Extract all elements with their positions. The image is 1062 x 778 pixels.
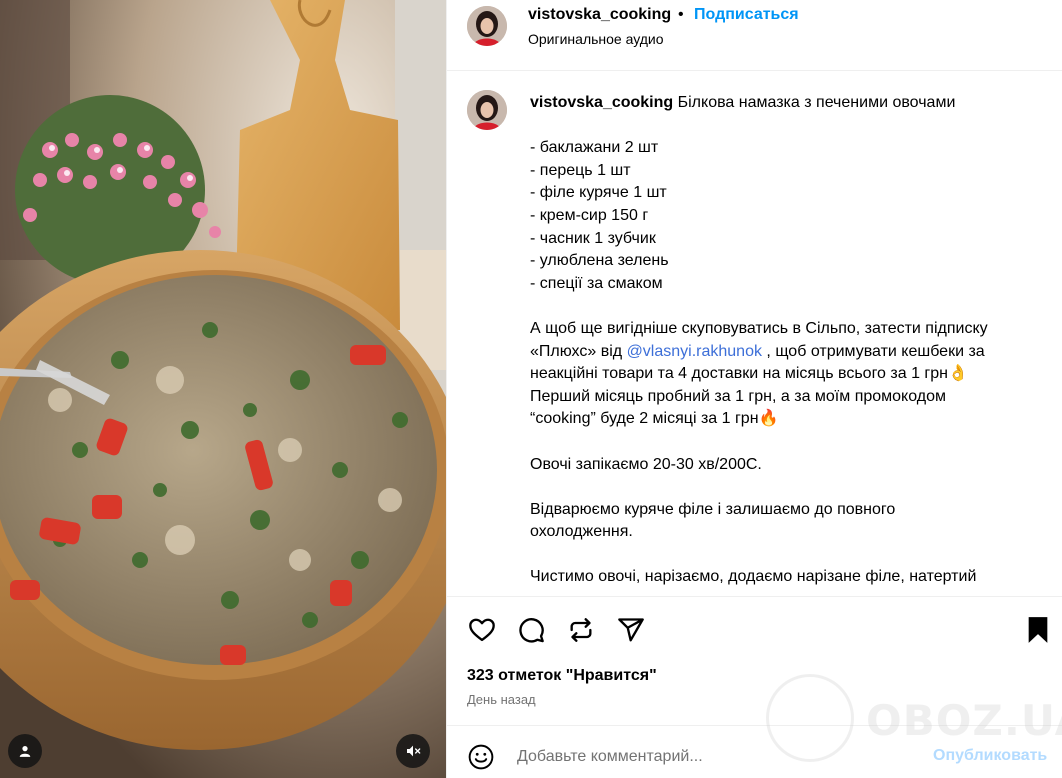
post-actions: 323 отметок "Нравится" День назад	[447, 596, 1062, 726]
likes-count[interactable]: 323 отметок "Нравится"	[467, 667, 657, 685]
separator-dot: •	[678, 6, 684, 23]
comment-input[interactable]	[517, 745, 917, 769]
tagged-users-button[interactable]	[8, 734, 42, 768]
avatar-image	[467, 6, 507, 46]
food-photo	[0, 0, 446, 778]
speaker-muted-icon	[407, 745, 421, 757]
ingredient-item: - спеції за смаком	[530, 274, 663, 292]
post-media[interactable]	[0, 0, 446, 778]
post-time[interactable]: День назад	[467, 692, 536, 707]
mute-button[interactable]	[396, 734, 430, 768]
author-avatar[interactable]	[467, 6, 507, 46]
original-audio-link[interactable]: Оригинальное аудио	[528, 31, 664, 47]
promo-text: , щоб отримувати кешбеки за	[761, 342, 985, 360]
promo-text: «Плюхс» від	[530, 342, 627, 360]
promo-text: неакційні товари та 4 доставки на місяць…	[530, 365, 968, 383]
comment-icon	[519, 618, 544, 643]
caption-section[interactable]: vistovska_cooking Білкова намазка з пече…	[447, 72, 1062, 595]
share-button[interactable]	[614, 613, 648, 647]
ingredient-item: - крем-сир 150 г	[530, 206, 649, 224]
ingredient-item: - перець 1 шт	[530, 161, 631, 179]
promo-text: А щоб ще вигідніше скуповуватись в Сільп…	[530, 319, 988, 337]
publish-button[interactable]: Опубликовать	[933, 747, 1047, 765]
recipe-step: Овочі запікаємо 20-30 хв/200С.	[530, 455, 762, 473]
ingredient-item: - філе куряче 1 шт	[530, 184, 667, 202]
promo-text: “cooking” буде 2 місяці за 1 грн🔥	[530, 410, 779, 428]
promo-text: Перший місяць пробний за 1 грн, а за мої…	[530, 387, 947, 405]
caption-title: Білкова намазка з печеними овочами	[677, 94, 956, 111]
like-button[interactable]	[465, 613, 499, 647]
recipe-step: Чистимо овочі, нарізаємо, додаємо наріза…	[530, 568, 977, 586]
mention-link[interactable]: @vlasnyi.rakhunok	[627, 343, 762, 360]
avatar-image	[467, 90, 507, 130]
recipe-step: Відварюємо куряче філе і залишаємо до по…	[530, 500, 896, 518]
author-username[interactable]: vistovska_cooking	[528, 6, 671, 24]
share-icon	[618, 618, 644, 642]
caption-username[interactable]: vistovska_cooking	[530, 94, 673, 111]
ingredient-item: - улюблена зелень	[530, 252, 669, 270]
emoji-button[interactable]	[465, 741, 497, 773]
comment-composer: Опубликовать	[447, 727, 1062, 778]
follow-button[interactable]: Подписаться	[694, 6, 799, 24]
smiley-icon	[468, 744, 494, 770]
repost-icon	[570, 618, 592, 642]
save-button[interactable]	[1021, 613, 1055, 647]
ingredient-item: - баклажани 2 шт	[530, 139, 659, 157]
heart-icon	[469, 618, 495, 642]
caption-text: vistovska_cooking Білкова намазка з пече…	[530, 92, 1050, 589]
ingredient-item: - часник 1 зубчик	[530, 229, 656, 247]
recipe-step: охолодження.	[530, 523, 633, 541]
bookmark-icon	[1028, 617, 1048, 643]
post-panel: vistovska_cooking • Подписаться Оригинал…	[446, 0, 1062, 778]
repost-button[interactable]	[564, 613, 598, 647]
post-header: vistovska_cooking • Подписаться Оригинал…	[447, 0, 1062, 71]
user-icon	[19, 746, 31, 757]
caption-author-avatar[interactable]	[467, 90, 507, 130]
comment-button[interactable]	[514, 613, 548, 647]
